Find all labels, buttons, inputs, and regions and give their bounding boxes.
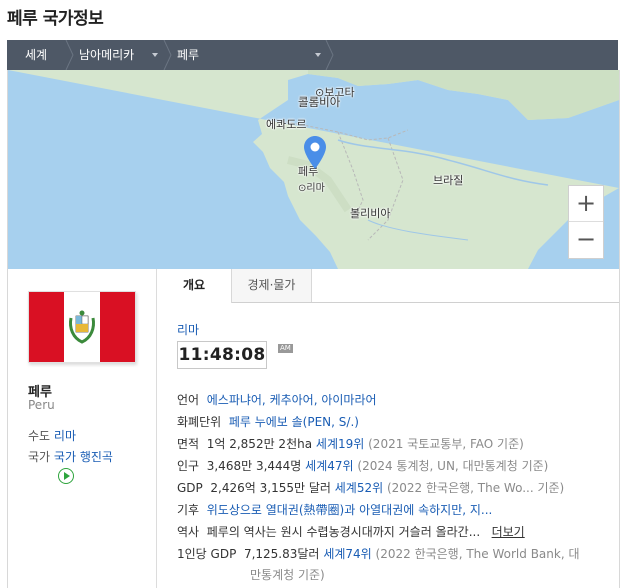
ampm-badge: AM (278, 344, 293, 353)
anthem-link[interactable]: 국가 행진곡 (54, 450, 113, 464)
country-name-en: Peru (28, 398, 55, 412)
info-row-gdp: GDP 2,426억 3,155만 달러 세계52위 (2022 한국은행, T… (177, 481, 565, 495)
country-map[interactable]: ⊙보고타 콜롬비아 에콰도르 페루 ⊙리마 브라질 볼리비아 (7, 70, 620, 269)
map-label-ecuador: 에콰도르 (266, 118, 307, 131)
info-row-area: 면적 1억 2,852만 2천ha 세계19위 (2021 국토교통부, FAO… (177, 437, 524, 451)
info-row-gdp-per-capita: 1인당 GDP 7,125.83달러 세계74위 (2022 한국은행, The… (177, 547, 580, 561)
anthem-row: 국가 국가 행진곡 (28, 450, 113, 464)
location-pin-icon[interactable] (303, 135, 327, 171)
info-row-currency: 화폐단위 페루 누에보 솔(PEN, S/.) (177, 415, 359, 429)
page-title: 페루 국가정보 (7, 9, 104, 29)
country-summary: 페루 Peru 수도 리마 국가 국가 행진곡 (8, 269, 157, 588)
peru-flag (28, 291, 136, 363)
info-row-population: 인구 3,468만 3,444명 세계47위 (2024 통계청, UN, 대만… (177, 459, 549, 473)
map-label-lima: ⊙리마 (298, 183, 325, 194)
chevron-down-icon[interactable] (315, 53, 321, 57)
info-row-history: 역사 페루의 역사는 원시 수렵농경시대까지 거슬러 올라간... 더보기 (177, 525, 525, 539)
map-zoom-control: + − (568, 185, 604, 259)
capital-row: 수도 리마 (28, 429, 77, 443)
more-link[interactable]: 더보기 (492, 525, 525, 539)
breadcrumb-country[interactable]: 페루 (177, 40, 199, 70)
local-time: 11:48:08 (177, 341, 267, 369)
map-label-bolivia: 볼리비아 (350, 207, 391, 220)
info-panel: 페루 Peru 수도 리마 국가 국가 행진곡 개요 경제·물가 리마 11:4… (7, 269, 620, 588)
zoom-out-button[interactable]: − (569, 221, 603, 257)
city-name[interactable]: 리마 (177, 321, 199, 338)
chevron-down-icon[interactable] (152, 53, 158, 57)
breadcrumb-continent[interactable]: 남아메리카 (79, 40, 134, 70)
info-row-gdp-per-capita-note: 만통계청 기준) (250, 568, 325, 582)
info-row-climate: 기후 위도상으로 열대권(熱帶圈)과 아열대권에 속하지만, 지... (177, 503, 493, 517)
tab-economy[interactable]: 경제·물가 (232, 269, 312, 302)
capital-link[interactable]: 리마 (54, 429, 76, 443)
tab-overview[interactable]: 개요 (157, 269, 232, 303)
map-label-colombia: 콜롬비아 (298, 95, 341, 109)
play-icon[interactable] (58, 468, 74, 484)
zoom-in-button[interactable]: + (569, 186, 603, 221)
info-row-language: 언어 에스파냐어, 케추아어, 아이마라어 (177, 393, 377, 407)
breadcrumb: 세계 남아메리카 페루 (7, 40, 618, 70)
breadcrumb-separator (65, 40, 74, 70)
breadcrumb-separator (163, 40, 172, 70)
coat-of-arms-icon (69, 310, 95, 344)
tab-bar: 개요 경제·물가 (157, 269, 619, 303)
breadcrumb-world[interactable]: 세계 (25, 40, 47, 70)
map-label-brazil: 브라질 (433, 174, 464, 187)
breadcrumb-separator (325, 40, 334, 70)
